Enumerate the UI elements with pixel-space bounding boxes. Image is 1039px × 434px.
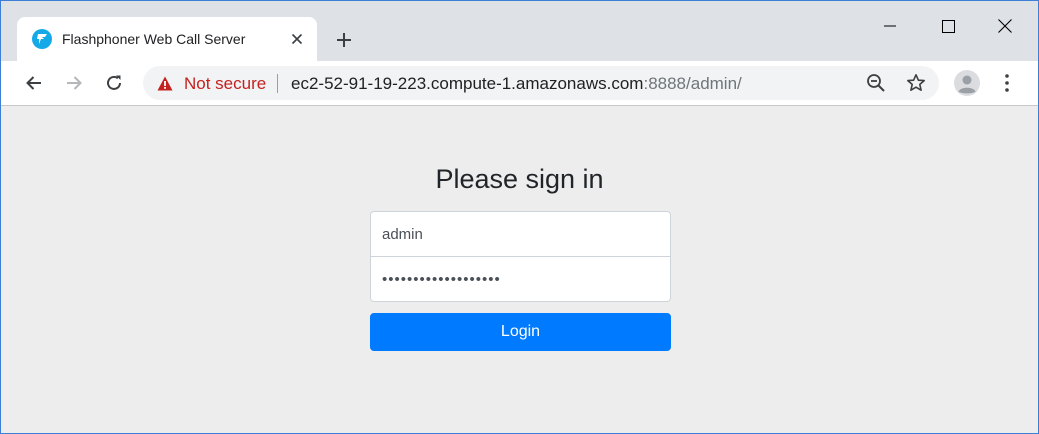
window-close-icon[interactable] — [990, 11, 1020, 41]
username-input[interactable] — [370, 211, 671, 257]
page-title: Please sign in — [435, 164, 604, 194]
minimize-icon[interactable] — [875, 11, 905, 41]
browser-toolbar: Not secure ec2-52-91-19-223.compute-1.am… — [1, 61, 1038, 106]
arrow-left-icon[interactable] — [20, 69, 48, 97]
star-icon[interactable] — [905, 72, 927, 94]
url-host: ec2-52-91-19-223.compute-1.amazonaws.com — [291, 74, 644, 93]
close-icon[interactable] — [287, 29, 307, 49]
kebab-menu-icon[interactable] — [995, 70, 1019, 96]
reload-icon[interactable] — [100, 69, 128, 97]
url-text[interactable]: ec2-52-91-19-223.compute-1.amazonaws.com… — [291, 74, 742, 94]
login-button[interactable]: Login — [370, 313, 671, 351]
zoom-out-icon[interactable] — [865, 72, 887, 94]
browser-window: Flashphoner Web Call Server Not secure e… — [0, 0, 1039, 434]
address-bar[interactable]: Not secure ec2-52-91-19-223.compute-1.am… — [143, 66, 939, 100]
password-input[interactable] — [370, 256, 671, 302]
tab-title: Flashphoner Web Call Server — [62, 31, 246, 47]
maximize-icon[interactable] — [933, 11, 963, 41]
tab-strip: Flashphoner Web Call Server — [1, 1, 1038, 61]
avatar-icon[interactable] — [954, 70, 980, 96]
arrow-right-icon[interactable] — [60, 69, 88, 97]
url-path: :8888/admin/ — [643, 74, 742, 93]
omnibox-divider — [277, 74, 278, 93]
security-status-label[interactable]: Not secure — [184, 74, 266, 94]
tab-flashphoner[interactable]: Flashphoner Web Call Server — [17, 17, 317, 61]
plus-icon[interactable] — [331, 27, 357, 53]
warning-triangle-icon[interactable] — [157, 76, 173, 91]
flashphoner-logo-icon — [32, 29, 52, 49]
page-content: Please sign in Login — [1, 107, 1038, 433]
